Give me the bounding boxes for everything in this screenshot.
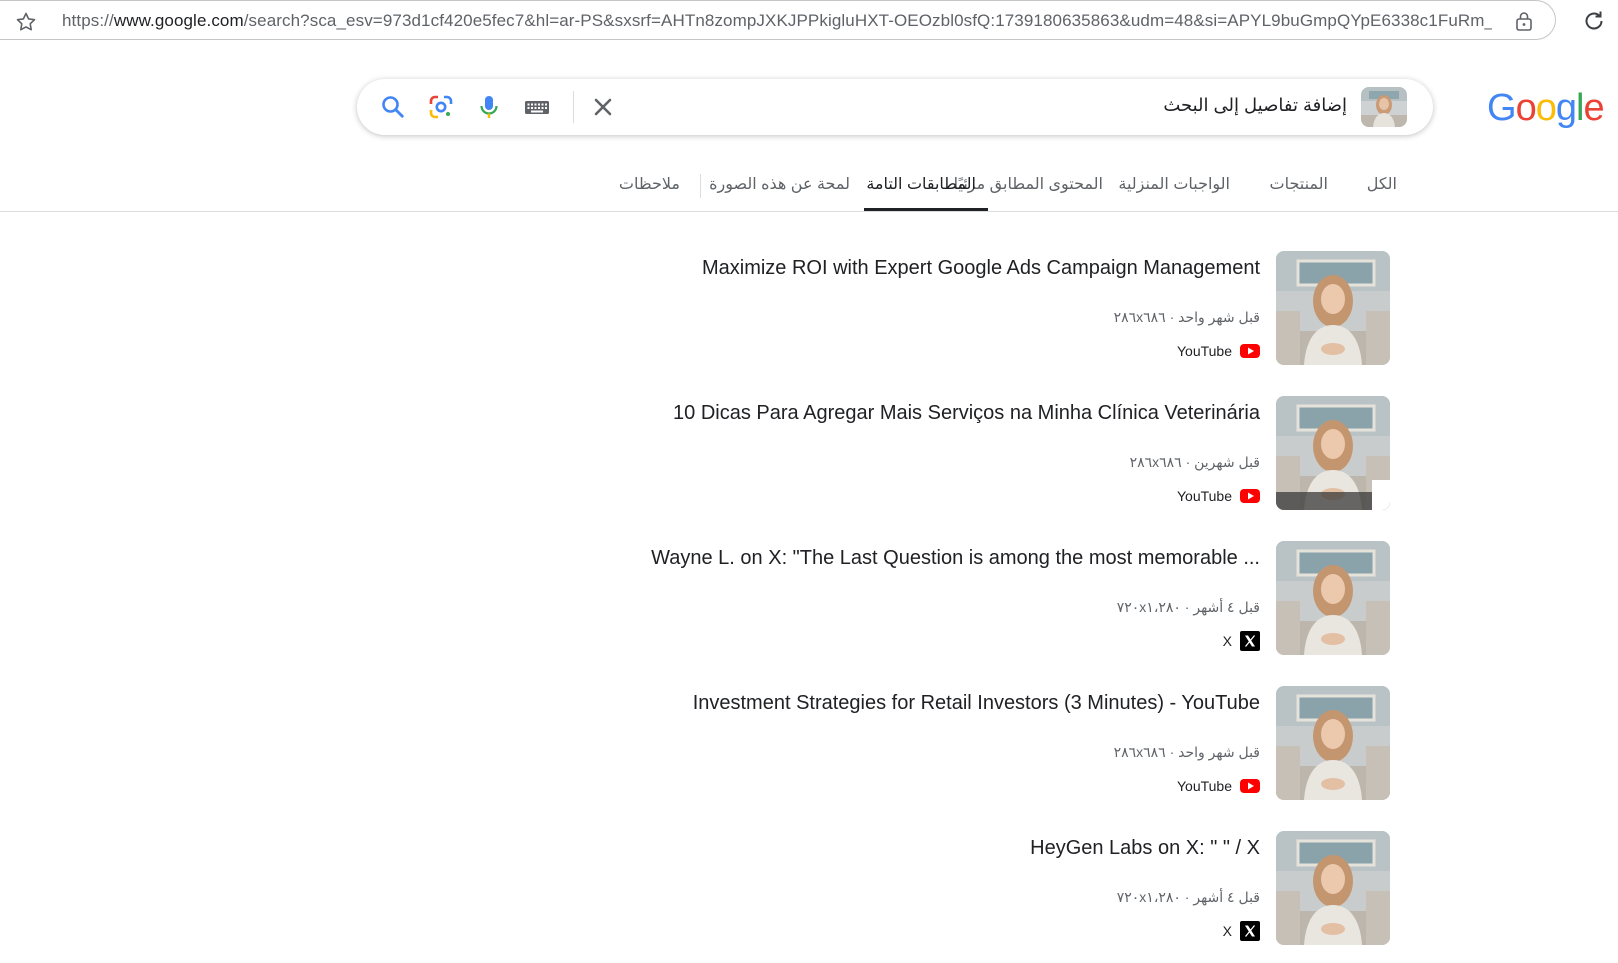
result-title[interactable]: Wayne L. on X: "The Last Question is amo… xyxy=(651,547,1260,570)
result-meta: قبل شهرين · ٢٨٦x٦٨٦ xyxy=(1129,454,1260,470)
result-meta: قبل شهر واحد · ٢٨٦x٦٨٦ xyxy=(1113,744,1260,760)
result-source[interactable]: X xyxy=(1223,631,1260,651)
tab-visual-matches[interactable]: المحتوى المطابق مرئيًا xyxy=(954,174,1103,194)
result-source[interactable]: YouTube xyxy=(1177,341,1260,361)
result-item[interactable]: Maximize ROI with Expert Google Ads Camp… xyxy=(600,251,1390,367)
result-source[interactable]: YouTube xyxy=(1177,776,1260,796)
result-meta: قبل شهر واحد · ٢٨٦x٦٨٦ xyxy=(1113,309,1260,325)
youtube-icon xyxy=(1240,489,1260,503)
result-meta: قبل ٤ أشهر · ٧٢٠x١،٢٨٠ xyxy=(1116,599,1260,615)
url-text[interactable]: https://www.google.com/search?sca_esv=97… xyxy=(62,11,1492,31)
query-image-thumbnail[interactable] xyxy=(1361,87,1407,127)
microphone-icon[interactable] xyxy=(475,93,503,121)
youtube-icon xyxy=(1240,344,1260,358)
result-source[interactable]: X xyxy=(1223,921,1260,941)
tab-products[interactable]: المنتجات xyxy=(1270,174,1329,194)
address-bar[interactable]: https://www.google.com/search?sca_esv=97… xyxy=(0,0,1556,40)
keyboard-icon[interactable] xyxy=(523,93,551,121)
result-item[interactable]: 10 Dicas Para Agregar Mais Serviços na M… xyxy=(600,396,1390,512)
result-title[interactable]: Investment Strategies for Retail Investo… xyxy=(693,692,1260,715)
search-divider xyxy=(573,91,574,123)
active-tab-indicator xyxy=(864,208,988,211)
x-icon xyxy=(1240,921,1260,941)
result-title[interactable]: 10 Dicas Para Agregar Mais Serviços na M… xyxy=(673,402,1260,425)
browser-address-row: https://www.google.com/search?sca_esv=97… xyxy=(0,0,1618,44)
result-meta: قبل ٤ أشهر · ٧٢٠x١،٢٨٠ xyxy=(1116,889,1260,905)
result-thumbnail[interactable] xyxy=(1276,831,1390,945)
result-item[interactable]: Wayne L. on X: "The Last Question is amo… xyxy=(600,541,1390,657)
result-thumbnail[interactable] xyxy=(1276,541,1390,655)
result-thumbnail[interactable] xyxy=(1276,251,1390,365)
bookmark-star-icon[interactable] xyxy=(14,10,38,34)
result-thumbnail[interactable] xyxy=(1276,686,1390,800)
reload-icon[interactable] xyxy=(1581,8,1607,34)
result-source-name: YouTube xyxy=(1176,343,1232,359)
search-icon[interactable] xyxy=(379,93,407,121)
result-title[interactable]: Maximize ROI with Expert Google Ads Camp… xyxy=(702,257,1260,280)
result-title[interactable]: HeyGen Labs on X: " " / X xyxy=(1030,837,1260,860)
result-source-name: X xyxy=(1222,633,1232,649)
result-source-name: YouTube xyxy=(1176,488,1232,504)
tab-all[interactable]: الكل xyxy=(1367,174,1397,194)
result-item[interactable]: HeyGen Labs on X: " " / X قبل ٤ أشهر · ٧… xyxy=(600,831,1390,947)
result-item[interactable]: Investment Strategies for Retail Investo… xyxy=(600,686,1390,802)
result-source[interactable]: YouTube xyxy=(1177,486,1260,506)
tab-separator xyxy=(700,174,701,198)
result-thumbnail[interactable] xyxy=(1276,396,1390,510)
google-logo-text: Google xyxy=(1487,87,1605,129)
clear-icon[interactable] xyxy=(589,93,617,121)
search-tabs: الكل المنتجات الواجبات المنزلية المحتوى … xyxy=(0,160,1618,212)
result-source-name: X xyxy=(1222,923,1232,939)
google-lens-icon[interactable] xyxy=(427,93,455,121)
youtube-icon xyxy=(1240,779,1260,793)
google-logo[interactable]: Google xyxy=(1487,84,1605,132)
tab-feedback[interactable]: ملاحظات xyxy=(619,174,680,194)
lock-icon[interactable] xyxy=(1514,10,1534,32)
search-query-text[interactable]: إضافة تفاصيل إلى البحث xyxy=(1163,95,1347,116)
result-source-name: YouTube xyxy=(1176,778,1232,794)
tab-about-this-image[interactable]: لمحة عن هذه الصورة xyxy=(709,174,850,194)
tab-exact-matches[interactable]: المطابقات التامة xyxy=(866,174,976,194)
search-box[interactable]: إضافة تفاصيل إلى البحث xyxy=(357,79,1433,135)
x-icon xyxy=(1240,631,1260,651)
tab-homework[interactable]: الواجبات المنزلية xyxy=(1118,174,1230,194)
